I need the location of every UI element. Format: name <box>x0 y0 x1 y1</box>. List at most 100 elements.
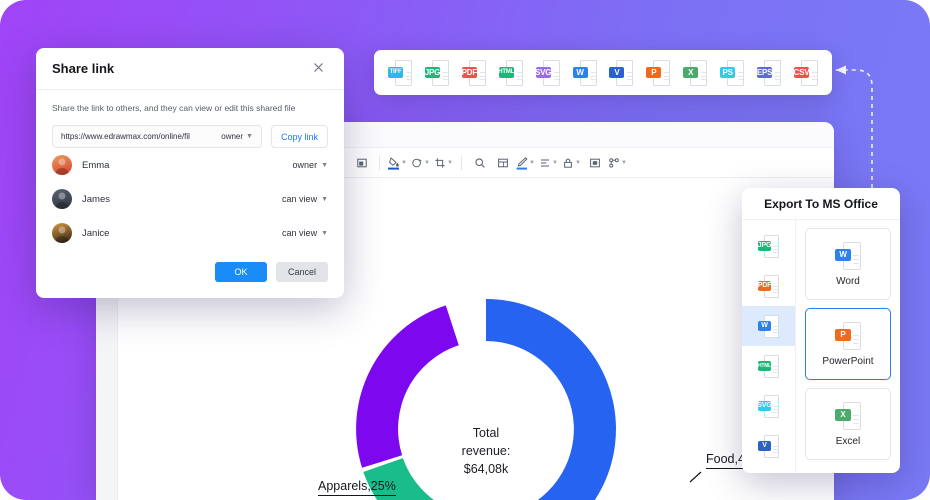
format-p-button[interactable]: P <box>646 59 671 86</box>
export-card-label: Word <box>836 275 860 287</box>
eps-file-icon[interactable]: EPS <box>757 59 782 86</box>
chevron-down-icon[interactable]: ▼ <box>321 162 328 169</box>
frame-icon[interactable] <box>584 152 605 173</box>
share-link-input[interactable]: https://www.edrawmax.com/online/fil owne… <box>52 125 262 148</box>
format-x-button[interactable]: X <box>683 59 708 86</box>
format-w-button[interactable]: W <box>572 59 597 86</box>
format-jpg-button[interactable]: JPG <box>425 59 449 86</box>
export-card-label: Excel <box>835 435 861 447</box>
shared-user-role-value: owner <box>292 160 318 170</box>
chevron-down-icon[interactable]: ▼ <box>621 160 627 166</box>
link-permission-select[interactable]: owner ▼ <box>221 132 253 141</box>
x-file-icon[interactable]: X <box>683 59 708 86</box>
chevron-down-icon[interactable]: ▼ <box>424 160 430 166</box>
chevron-down-icon[interactable]: ▼ <box>552 160 558 166</box>
chevron-down-icon[interactable]: ▼ <box>575 160 581 166</box>
center-line-1: Total <box>472 426 500 440</box>
shared-user-name: Janice <box>82 227 110 239</box>
shared-user-role-select[interactable]: owner ▼ <box>293 160 328 170</box>
export-to-ms-office-panel: Export To MS Office JPG PDF W HTML SVG V W Wor… <box>742 188 900 473</box>
dialog-actions: OK Cancel <box>36 250 344 282</box>
share-link-row: https://www.edrawmax.com/online/fil owne… <box>36 113 344 148</box>
v-file-icon[interactable]: V <box>609 59 634 86</box>
link-permission-value: owner <box>221 132 244 141</box>
lock-icon[interactable]: ▼ <box>561 152 582 173</box>
pdf-file-icon[interactable]: PDF <box>462 59 486 86</box>
format-tiff-button[interactable]: TIFF <box>388 59 412 86</box>
format-pdf-button[interactable]: PDF <box>462 59 486 86</box>
format-svg-button[interactable]: SVG <box>535 59 560 86</box>
format-v-button[interactable]: V <box>609 59 634 86</box>
crop-icon[interactable]: ▼ <box>433 152 454 173</box>
chevron-down-icon[interactable]: ▼ <box>321 196 328 203</box>
avatar <box>52 223 72 243</box>
export-panel-title: Export To MS Office <box>742 188 900 220</box>
export-rail-item-v[interactable]: V <box>742 426 795 466</box>
shared-user-role-select[interactable]: can view ▼ <box>282 194 328 204</box>
tiff-file-icon[interactable]: TIFF <box>388 59 412 86</box>
position-icon[interactable] <box>351 152 372 173</box>
export-card-powerpoint[interactable]: P PowerPoint <box>805 308 891 380</box>
chevron-down-icon[interactable]: ▼ <box>246 133 253 140</box>
shared-user-role-value: can view <box>282 228 318 238</box>
export-target-cards: W Word P PowerPoint X Excel <box>796 220 900 473</box>
jpg-file-icon[interactable]: JPG <box>758 234 779 258</box>
v-file-icon[interactable]: V <box>758 434 779 458</box>
svg-file-icon[interactable]: SVG <box>757 394 779 418</box>
format-html-button[interactable]: HTML <box>498 59 523 86</box>
pen-color-icon[interactable]: ▼ <box>515 152 536 173</box>
w-file-icon[interactable]: W <box>572 59 597 86</box>
copy-link-button[interactable]: Copy link <box>270 125 328 148</box>
ps-file-icon[interactable]: PS <box>720 59 745 86</box>
format-eps-button[interactable]: EPS <box>757 59 782 86</box>
chevron-down-icon[interactable]: ▼ <box>321 230 328 237</box>
export-rail-item-pdf[interactable]: PDF <box>742 266 795 306</box>
w-file-icon[interactable]: W <box>835 241 861 270</box>
format-csv-button[interactable]: CSV <box>794 59 818 86</box>
export-rail-item-jpg[interactable]: JPG <box>742 226 795 266</box>
avatar <box>52 189 72 209</box>
jpg-file-icon[interactable]: JPG <box>425 59 449 86</box>
w-file-icon[interactable]: W <box>758 314 779 338</box>
dialog-title: Share link <box>52 61 115 76</box>
line-spacing-icon[interactable]: ▼ <box>538 152 559 173</box>
shared-user-role-select[interactable]: can view ▼ <box>282 228 328 238</box>
x-file-icon[interactable]: X <box>835 401 861 430</box>
html-file-icon[interactable]: HTML <box>758 354 779 378</box>
csv-file-icon[interactable]: CSV <box>794 59 818 86</box>
format-ps-button[interactable]: PS <box>720 59 745 86</box>
shared-user-name: James <box>82 193 110 205</box>
export-card-label: PowerPoint <box>822 355 874 367</box>
dialog-header: Share link <box>36 48 344 90</box>
svg-file-icon[interactable]: SVG <box>535 59 560 86</box>
table-icon[interactable] <box>492 152 513 173</box>
export-rail-item-html[interactable]: HTML <box>742 346 795 386</box>
export-format-toolbar: TIFF JPG PDF HTML SVG W V P X PS EPS CSV <box>374 50 832 95</box>
export-rail-item-svg[interactable]: SVG <box>742 386 795 426</box>
center-line-2: revenue: <box>461 444 511 459</box>
p-file-icon[interactable]: P <box>835 321 861 350</box>
close-icon[interactable] <box>312 61 328 77</box>
ok-button[interactable]: OK <box>215 262 267 282</box>
chart-label-apparels: Apparels,25% <box>318 479 396 496</box>
chevron-down-icon[interactable]: ▼ <box>447 160 453 166</box>
toolbar-divider <box>461 155 462 170</box>
fill-color-icon[interactable]: ▼ <box>387 152 408 173</box>
p-file-icon[interactable]: P <box>646 59 671 86</box>
cancel-button[interactable]: Cancel <box>276 262 328 282</box>
chevron-down-icon[interactable]: ▼ <box>529 160 535 166</box>
export-card-excel[interactable]: X Excel <box>805 388 891 460</box>
export-rail-item-w[interactable]: W <box>742 306 795 346</box>
chevron-down-icon[interactable]: ▼ <box>401 160 407 166</box>
donut-chart: Total revenue: $64,08k Food,49% Apparels… <box>318 289 763 500</box>
html-file-icon[interactable]: HTML <box>498 59 523 86</box>
share-link-url: https://www.edrawmax.com/online/fil <box>61 132 190 141</box>
center-line-3: $64,08k <box>463 462 509 477</box>
export-card-word[interactable]: W Word <box>805 228 891 300</box>
shape-style-icon[interactable]: ▼ <box>410 152 431 173</box>
pdf-file-icon[interactable]: PDF <box>758 274 779 298</box>
zoom-icon[interactable] <box>469 152 490 173</box>
dialog-subtitle: Share the link to others, and they can v… <box>52 103 296 113</box>
group-icon[interactable]: ▼ <box>607 152 628 173</box>
toolbar-group-style: ▼ ▼ ▼ <box>387 152 454 173</box>
